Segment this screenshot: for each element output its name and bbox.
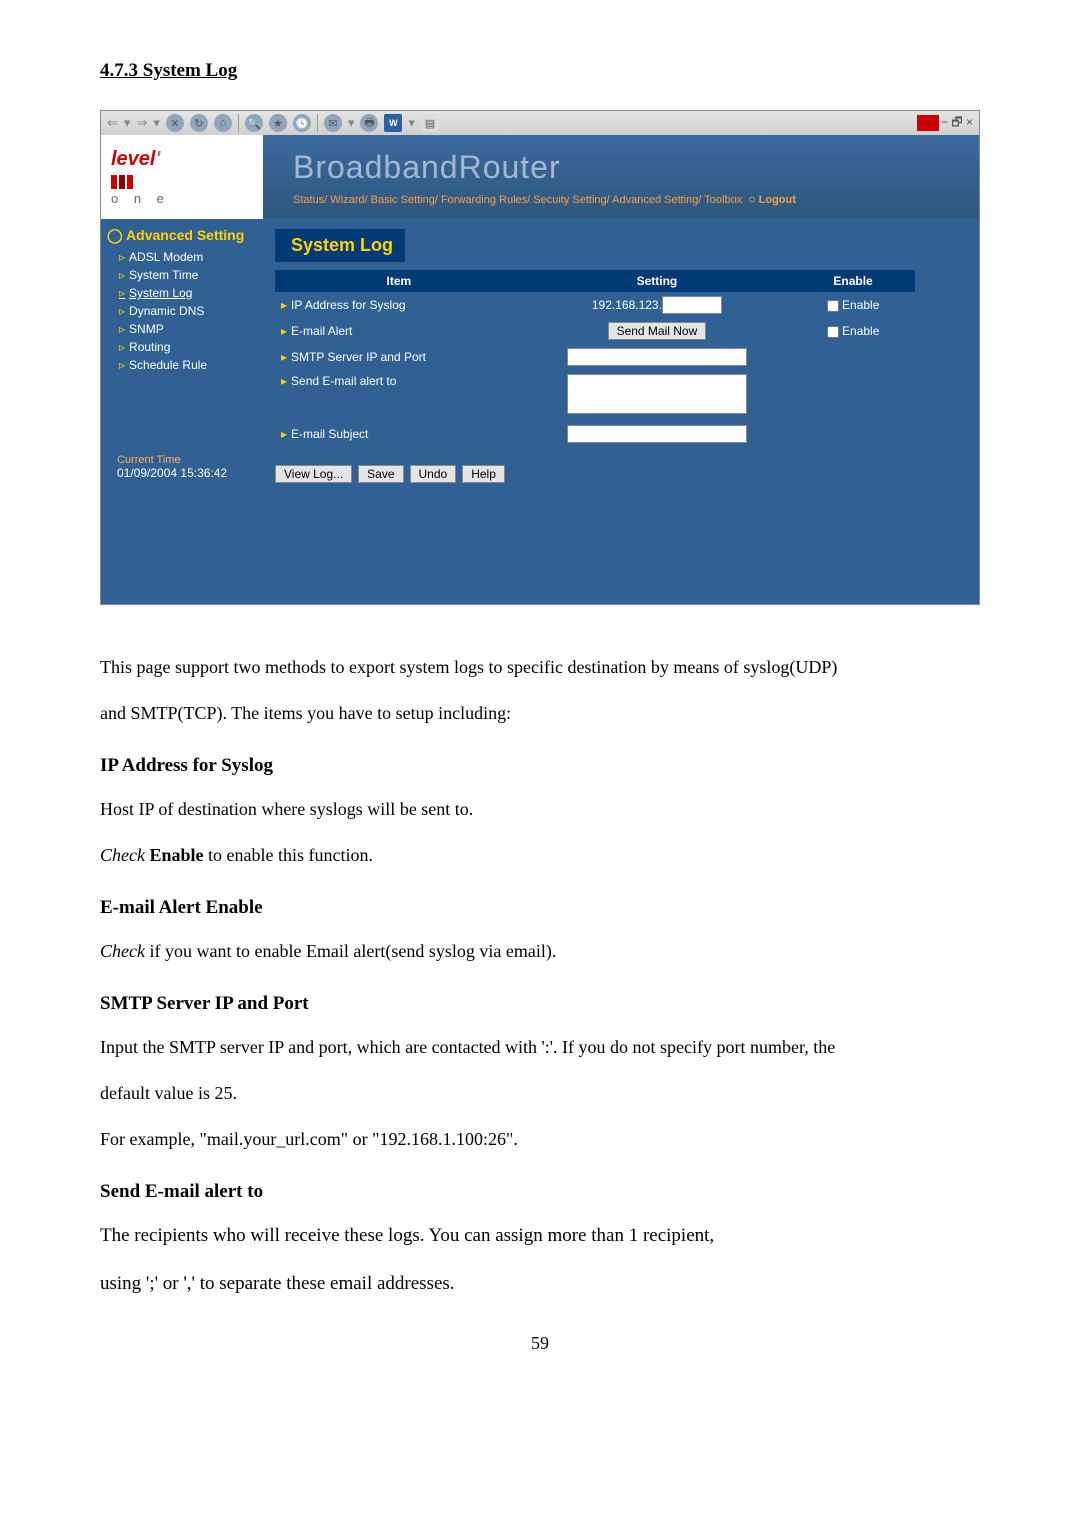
locale-flag-icon: [917, 115, 939, 131]
current-time-label: Current Time: [101, 454, 261, 466]
smtp-paragraph-3: For example, "mail.your_url.com" or "192…: [100, 1121, 980, 1157]
document-body: This page support two methods to export …: [100, 649, 980, 1303]
sidebar-head: ◯ Advanced Setting: [101, 223, 261, 248]
breadcrumb[interactable]: Status/ Wizard/ Basic Setting/ Forwardin…: [293, 192, 979, 206]
home-icon[interactable]: ⌂: [214, 114, 232, 132]
mail-icon[interactable]: ✉: [324, 114, 342, 132]
sidebar-item-system-time[interactable]: ▹System Time: [101, 266, 261, 284]
send-mail-now-button[interactable]: Send Mail Now: [608, 322, 707, 340]
banner-title: BroadbandRouter: [293, 149, 979, 186]
smtp-input[interactable]: [567, 348, 747, 366]
row-email-alert: ▸E-mail Alert Send Mail Now Enable: [275, 318, 915, 344]
history-icon[interactable]: 🕓: [293, 114, 311, 132]
intro-line1: This page support two methods to export …: [100, 649, 980, 685]
smtp-heading: SMTP Server IP and Port: [100, 985, 980, 1023]
window-controls[interactable]: − 🗗 ×: [941, 113, 973, 134]
word-icon[interactable]: W: [384, 114, 402, 132]
page-number: 59: [100, 1333, 980, 1354]
config-table: Item Setting Enable ▸IP Address for Sysl…: [275, 270, 915, 447]
ie-toolbar: ⇐ ▾ ⇒ ▾ ✕ ↻ ⌂ 🔍 ★ 🕓 ✉ ▾ 🖶 W ▾ ▤ − 🗗 ×: [101, 111, 979, 135]
panel-title: System Log: [275, 229, 405, 262]
sidebar-item-system-log[interactable]: ▹System Log: [101, 284, 261, 302]
smtp-paragraph-1: Input the SMTP server IP and port, which…: [100, 1029, 980, 1065]
button-row: View Log... Save Undo Help: [275, 465, 965, 483]
subject-input[interactable]: [567, 425, 747, 443]
logout-link[interactable]: Logout: [759, 194, 796, 206]
sidebar-item-schedule-rule[interactable]: ▹Schedule Rule: [101, 356, 261, 374]
favorites-icon[interactable]: ★: [269, 114, 287, 132]
ip-paragraph-1: Host IP of destination where syslogs wil…: [100, 791, 980, 827]
sidebar-item-adsl-modem[interactable]: ▹ADSL Modem: [101, 248, 261, 266]
search-icon[interactable]: 🔍: [245, 114, 263, 132]
router-screenshot: ⇐ ▾ ⇒ ▾ ✕ ↻ ⌂ 🔍 ★ 🕓 ✉ ▾ 🖶 W ▾ ▤ − 🗗 × le…: [100, 110, 980, 605]
section-heading: 4.7.3 System Log: [100, 60, 980, 82]
intro-line2: and SMTP(TCP). The items you have to set…: [100, 695, 980, 731]
send-to-textarea[interactable]: [567, 374, 747, 414]
email-heading: E-mail Alert Enable: [100, 889, 980, 927]
ip-paragraph-2: Check Enable to enable this function.: [100, 837, 980, 873]
logo-subtext: o n e: [111, 191, 170, 206]
email-paragraph: Check if you want to enable Email alert(…: [100, 933, 980, 969]
save-button[interactable]: Save: [358, 465, 403, 483]
banner-right: BroadbandRouter Status/ Wizard/ Basic Se…: [261, 135, 979, 219]
logo-text: level': [111, 148, 160, 171]
col-item: Item: [275, 270, 523, 292]
notes-icon[interactable]: ▤: [421, 114, 439, 132]
print-icon[interactable]: 🖶: [360, 114, 378, 132]
sidebar: ◯ Advanced Setting ▹ADSL Modem ▹System T…: [101, 219, 261, 604]
send-paragraph-1: The recipients who will receive these lo…: [100, 1217, 980, 1255]
banner: level' o n e BroadbandRouter Status/ Wiz…: [101, 135, 979, 219]
ip-last-octet-input[interactable]: [662, 296, 722, 314]
help-button[interactable]: Help: [462, 465, 505, 483]
content-panel: System Log Item Setting Enable ▸IP Addre…: [261, 219, 979, 604]
row-smtp: ▸SMTP Server IP and Port: [275, 344, 915, 370]
row-ip-address: ▸IP Address for Syslog 192.168.123. Enab…: [275, 292, 915, 318]
ip-prefix: 192.168.123.: [592, 298, 662, 312]
smtp-paragraph-2: default value is 25.: [100, 1075, 980, 1111]
col-enable: Enable: [791, 270, 915, 292]
current-time: 01/09/2004 15:36:42: [101, 466, 261, 480]
view-log-button[interactable]: View Log...: [275, 465, 352, 483]
sidebar-item-routing[interactable]: ▹Routing: [101, 338, 261, 356]
forward-icon[interactable]: ⇒: [136, 115, 147, 131]
sidebar-item-dynamic-dns[interactable]: ▹Dynamic DNS: [101, 302, 261, 320]
row-subject: ▸E-mail Subject: [275, 421, 915, 447]
col-setting: Setting: [523, 270, 791, 292]
undo-button[interactable]: Undo: [410, 465, 457, 483]
send-heading: Send E-mail alert to: [100, 1173, 980, 1211]
stop-icon[interactable]: ✕: [166, 114, 184, 132]
back-icon[interactable]: ⇐: [107, 115, 118, 131]
email-enable-checkbox[interactable]: [827, 326, 839, 338]
refresh-icon[interactable]: ↻: [190, 114, 208, 132]
sidebar-item-snmp[interactable]: ▹SNMP: [101, 320, 261, 338]
ip-heading: IP Address for Syslog: [100, 747, 980, 785]
send-paragraph-2: using ';' or ',' to separate these email…: [100, 1265, 980, 1303]
logo-panel: level' o n e: [101, 135, 261, 219]
ip-enable-checkbox[interactable]: [827, 300, 839, 312]
row-send-to: ▸Send E-mail alert to: [275, 370, 915, 421]
